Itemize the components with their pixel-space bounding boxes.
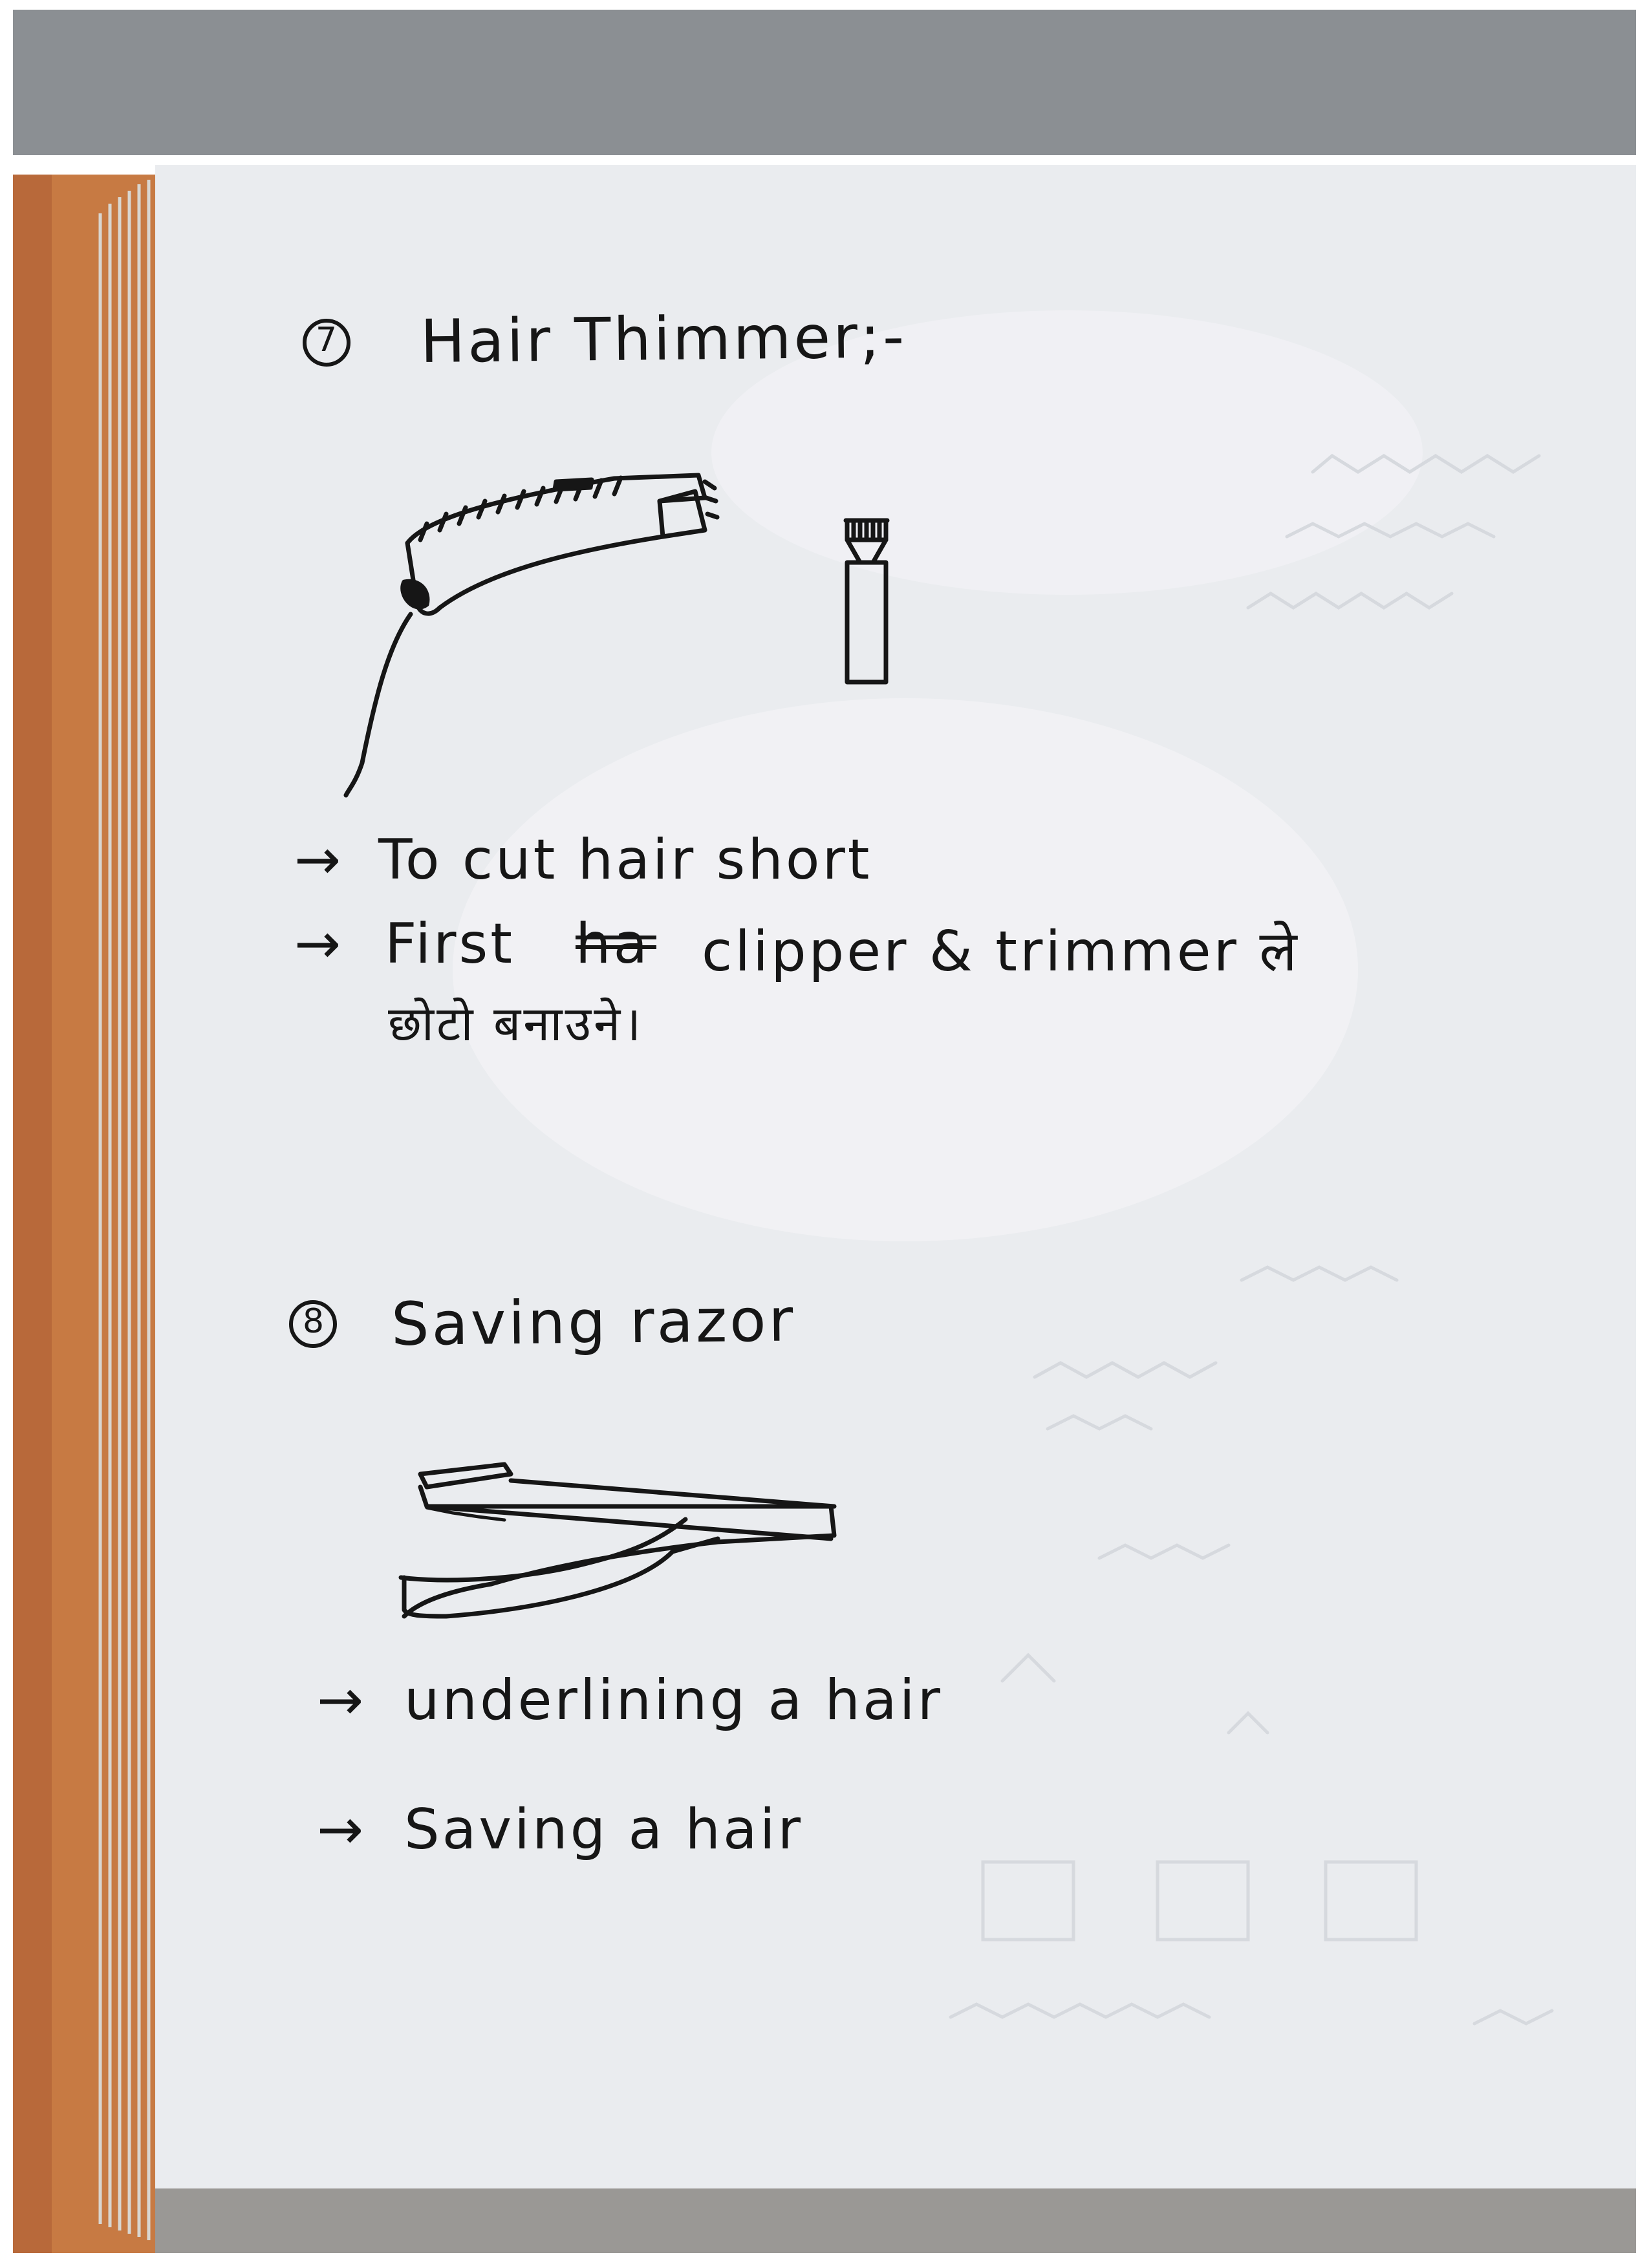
- section-7-title: Hair Thimmer;-: [420, 302, 907, 376]
- page-bottom-shadow: [155, 2188, 1636, 2253]
- section-7-note-2-arrow: →: [294, 912, 344, 976]
- section-7-note-1-arrow: →: [294, 828, 344, 892]
- section-8-note-1-arrow: →: [317, 1668, 367, 1733]
- section-7-note-2-struck: ha: [576, 912, 651, 976]
- scanner-shadow-top: [13, 10, 1636, 155]
- cover-edge-shade: [13, 175, 52, 2253]
- section-7-note-1: To cut hair short: [378, 828, 872, 892]
- section-8-title: Saving razor: [391, 1285, 796, 1359]
- section-7-note-2-line-2: छोटो बनाउने।: [388, 996, 644, 1052]
- section-8-note-2-arrow: →: [317, 1797, 367, 1862]
- section-7-number: 7: [316, 321, 338, 359]
- section-8-number: 8: [303, 1302, 325, 1341]
- section-7-note-2-continued: clipper & trimmer ले: [702, 919, 1300, 984]
- section-8-note-1: underlining a hair: [404, 1668, 943, 1733]
- section-8-note-2: Saving a hair: [404, 1797, 804, 1862]
- section-7-note-2: First: [385, 912, 515, 976]
